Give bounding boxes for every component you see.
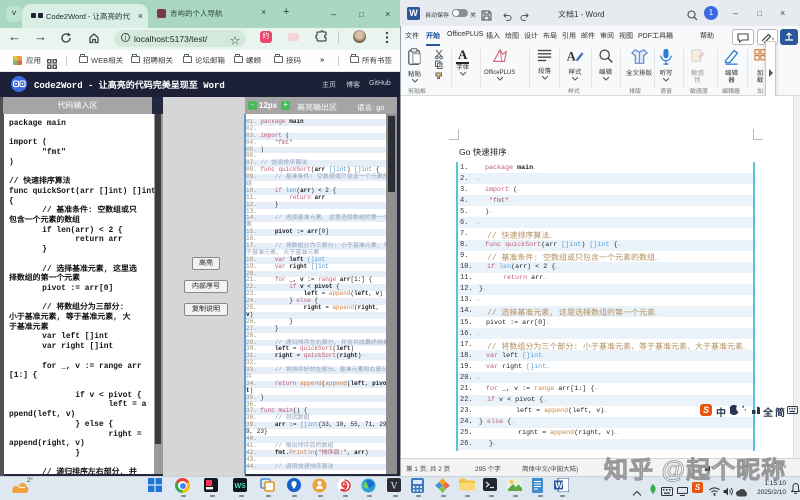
svg-text:W: W (555, 481, 563, 490)
svg-text:WS: WS (235, 483, 247, 490)
svg-text:A: A (567, 50, 577, 64)
svg-text:V: V (391, 481, 399, 492)
